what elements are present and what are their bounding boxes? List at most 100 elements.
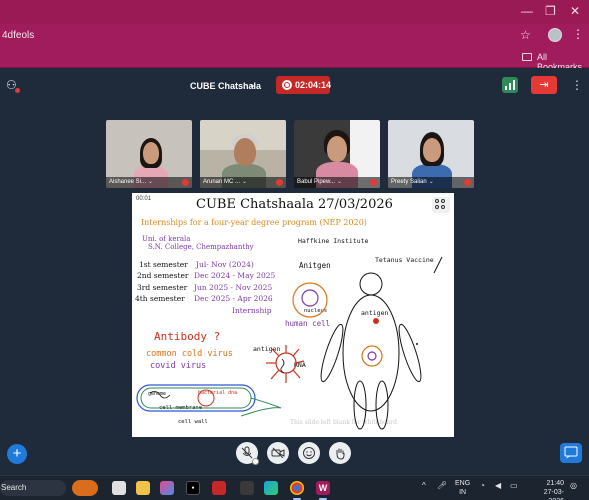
bar-icon <box>509 83 511 90</box>
person-face <box>423 138 441 162</box>
leave-meeting-button[interactable]: ⇥ <box>531 76 557 94</box>
participant-name: Arunan MC ... <box>203 179 241 185</box>
common-cold-label: common cold virus <box>146 349 233 359</box>
chevron-down-icon[interactable]: ⌄ <box>249 79 257 90</box>
participant-name-bar: Aishanee Si... ⌄ <box>106 177 192 188</box>
antigen-virus-label: antigen <box>253 345 281 353</box>
flagellum <box>240 397 282 417</box>
tray-chevron-icon[interactable]: ^ <box>422 481 426 490</box>
weather-widget-icon[interactable] <box>72 480 98 496</box>
apps-dot <box>435 199 439 203</box>
mic-muted-icon <box>276 179 283 186</box>
notification-bell-icon[interactable]: ◎ <box>570 481 577 490</box>
mic-tray-icon[interactable]: 🎤︎ <box>437 481 447 490</box>
task-view-icon[interactable] <box>112 481 126 495</box>
network-stats-button[interactable] <box>502 77 518 93</box>
participant-tile[interactable]: Babul Pipew... ⌄ <box>294 120 380 188</box>
human-cell-label: human cell <box>285 319 331 328</box>
battery-icon[interactable]: ▭ <box>510 481 518 490</box>
chrome-icon[interactable] <box>290 481 304 495</box>
close-icon[interactable]: ✕ <box>570 4 580 18</box>
chevron-down-icon[interactable]: ⌄ <box>429 179 434 185</box>
institution-line2: S.N. College, Chempazhanthy <box>148 243 254 251</box>
browser-menu-icon[interactable]: ⋮ <box>572 27 584 41</box>
recording-indicator[interactable]: 02:04:14 <box>276 76 332 94</box>
person-face <box>143 142 159 164</box>
genome-label: genome <box>148 391 167 397</box>
haffkine-label: Haffkine Institute <box>298 237 369 245</box>
apps-dot <box>435 205 439 209</box>
hand-icon <box>336 448 345 460</box>
dell-icon[interactable]: ● <box>186 481 200 495</box>
url-text[interactable]: 4dfeols <box>2 30 34 41</box>
whiteboard-drawing <box>136 256 443 430</box>
chevron-down-icon[interactable]: ⌄ <box>148 179 153 185</box>
participant-tile[interactable]: Preety Salian ⌄ <box>388 120 474 188</box>
raise-hand-button[interactable] <box>329 442 351 464</box>
more-options-icon[interactable]: ⋮ <box>571 78 583 92</box>
camera-button[interactable] <box>267 442 289 464</box>
copilot-icon[interactable] <box>160 481 174 495</box>
cell-membrane-label: cell membrane <box>159 405 203 411</box>
internship-note: Internship <box>232 306 272 315</box>
participant-tile[interactable]: Aishanee Si... ⌄ <box>106 120 192 188</box>
whiteboard-ghost-text: This slide left blank for whiteboard <box>290 419 397 426</box>
cell-wall-label: cell wall <box>178 419 208 425</box>
mic-button[interactable] <box>236 442 259 465</box>
institution-line1: Uni. of kerala <box>142 235 191 243</box>
mic-options-badge[interactable] <box>252 458 259 465</box>
semester-dates: Dec 2025 - Apr 2026 <box>194 294 273 303</box>
apps-icon[interactable] <box>432 197 450 213</box>
wifi-icon[interactable]: ◔ <box>480 481 485 490</box>
meeting-header: ⚇ CUBE Chatshala ⌄ 02:04:14 ⇥ ⋮ <box>0 68 589 106</box>
bookmarks-bar: All Bookmarks <box>0 48 589 72</box>
address-bar[interactable]: 4dfeols ☆ ⋮ <box>0 24 589 48</box>
semester-label: 3rd semester <box>137 283 188 292</box>
virus-rna <box>280 358 285 374</box>
minimize-icon[interactable]: — <box>521 4 533 18</box>
shared-slide[interactable]: 00:01 CUBE Chatshaala 27/03/2026 Interns… <box>132 193 454 437</box>
webex-app-icon[interactable]: W <box>316 481 330 495</box>
taskbar: Search ● W ^ 🎤︎ ENG IN ◔ ◀︎ ▭ 21:40 27-0… <box>0 475 589 500</box>
taskbar-clock[interactable]: 21:40 27-03-2026 <box>530 479 564 500</box>
media-app-icon[interactable] <box>212 481 226 495</box>
file-explorer-icon[interactable] <box>136 481 150 495</box>
volume-icon[interactable]: ◀︎ <box>495 481 501 490</box>
participant-name-bar: Babul Pipew... ⌄ <box>294 177 380 188</box>
nucleus-outline <box>301 289 319 307</box>
region-code: IN <box>459 489 467 496</box>
add-button[interactable]: + <box>7 444 27 464</box>
person-face <box>327 136 347 162</box>
reactions-button[interactable] <box>298 442 320 464</box>
semester-label: 4th semester <box>135 294 185 303</box>
mic-muted-icon <box>182 179 189 186</box>
taskbar-search[interactable]: Search <box>0 480 66 496</box>
mic-muted-icon <box>370 179 377 186</box>
covid-label: covid virus <box>150 361 207 371</box>
chat-button[interactable] <box>560 443 582 463</box>
dot-mark <box>416 343 418 345</box>
language-indicator[interactable]: ENG IN <box>455 479 470 497</box>
figure-right-arm <box>398 323 422 383</box>
app-icon[interactable] <box>240 481 254 495</box>
recording-time: 02:04:14 <box>295 80 332 90</box>
participant-name-bar: Arunan MC ... ⌄ <box>200 177 286 188</box>
profile-avatar[interactable] <box>548 28 562 42</box>
tetanus-stroke <box>433 256 443 274</box>
folder-icon <box>522 53 532 61</box>
restore-icon[interactable]: ❐ <box>545 4 556 18</box>
edge-icon[interactable] <box>264 481 278 495</box>
semester-dates: Jun 2025 - Nov 2025 <box>194 283 273 292</box>
person-face <box>234 138 256 166</box>
bar-icon <box>513 80 515 90</box>
chat-icon <box>564 446 578 459</box>
semester-dates: Jul- Nov (2024) <box>196 260 254 269</box>
participant-name: Babul Pipew... <box>297 179 336 185</box>
chevron-down-icon[interactable]: ⌄ <box>242 179 247 185</box>
antigen-heading: Anitgen <box>299 261 331 270</box>
participant-tile[interactable]: Arunan MC ... ⌄ <box>200 120 286 188</box>
search-label: Search <box>1 483 27 492</box>
chevron-down-icon[interactable]: ⌄ <box>337 179 342 185</box>
bookmark-star-icon[interactable]: ☆ <box>520 28 531 42</box>
virus-body <box>275 352 297 374</box>
